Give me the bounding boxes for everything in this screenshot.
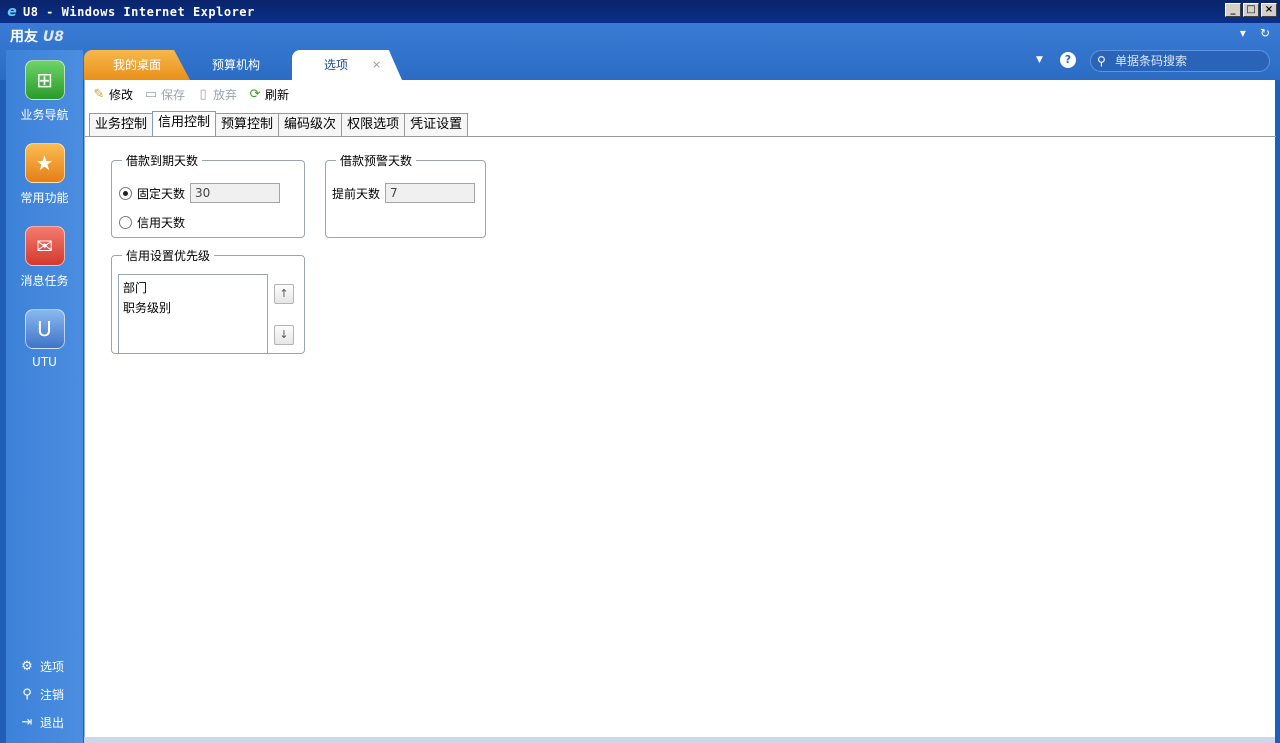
tab-budget-org[interactable]: 预算机构: [186, 50, 286, 80]
restore-icon[interactable]: ↻: [1260, 26, 1270, 40]
sidebar-item-label: UTU: [32, 355, 57, 369]
sidebar-item-utu[interactable]: U UTU: [6, 309, 83, 369]
subtab-permission-options[interactable]: 权限选项: [341, 113, 406, 137]
window-title: U8 - Windows Internet Explorer: [23, 4, 255, 19]
minimize-button[interactable]: _: [1225, 3, 1241, 17]
sidebar-exit-label: 退出: [40, 716, 65, 730]
move-down-button[interactable]: ↓: [274, 325, 294, 345]
discard-button[interactable]: ▯ 放弃: [195, 86, 237, 103]
subtab-credit-control[interactable]: 信用控制: [152, 111, 217, 137]
credit-days-radio[interactable]: [119, 216, 132, 229]
exit-icon: ⇥: [21, 715, 33, 730]
save-button[interactable]: ▭ 保存: [143, 86, 185, 103]
subtab-voucher-settings[interactable]: 凭证设置: [404, 113, 469, 137]
tab-options-label: 选项: [323, 58, 348, 72]
fixed-days-input[interactable]: 30: [190, 183, 281, 203]
search-icon: ⚲: [1097, 54, 1106, 68]
sidebar-options[interactable]: ⚙ 选项: [20, 658, 64, 675]
edit-label: 修改: [109, 88, 134, 102]
refresh-icon: ⟳: [249, 87, 261, 102]
close-window-button[interactable]: ×: [1261, 3, 1277, 17]
refresh-button[interactable]: ⟳ 刷新: [247, 86, 289, 103]
advance-days-input[interactable]: 7: [385, 183, 476, 203]
credit-priority-legend: 信用设置优先级: [126, 249, 211, 263]
loan-warning-legend: 借款预警天数: [340, 154, 413, 168]
brand-logo: 用友 U8: [10, 26, 64, 46]
loan-due-group: 借款到期天数 固定天数 30 信用天数: [111, 152, 305, 238]
left-sidebar: ⊞ 业务导航 ★ 常用功能 ✉ 消息任务 U UTU ⚙ 选项 ⚲ 注销 ⇥ 退…: [6, 50, 83, 743]
sidebar-item-label: 消息任务: [20, 274, 69, 288]
pencil-icon: ✎: [93, 87, 105, 102]
barcode-search[interactable]: ⚲: [1090, 50, 1270, 72]
credit-priority-group: 信用设置优先级 部门 职务级别 ↑ ↓: [111, 247, 305, 354]
subtab-divider: [85, 136, 1276, 137]
chevron-down-icon[interactable]: ▼: [1036, 55, 1043, 65]
help-icon[interactable]: ?: [1060, 52, 1076, 68]
app-header: 用友 U8 ▾ ↻ 我的桌面 预算机构 选项 × ▼ ? ⚲: [0, 23, 1280, 80]
fixed-days-radio[interactable]: [119, 186, 132, 200]
subtab-budget-control[interactable]: 预算控制: [215, 113, 280, 137]
list-item[interactable]: 职务级别: [123, 298, 263, 318]
window-titlebar: e U8 - Windows Internet Explorer _ □ ×: [0, 0, 1280, 23]
credit-days-row: 信用天数: [119, 214, 185, 231]
sidebar-item-common-functions[interactable]: ★ 常用功能: [6, 143, 83, 206]
maximize-button[interactable]: □: [1243, 3, 1259, 17]
refresh-label: 刷新: [265, 88, 290, 102]
main-panel: ✎ 修改 ▭ 保存 ▯ 放弃 ⟳ 刷新 业务控制 信用控制 预算控制 编码级次 …: [84, 80, 1276, 740]
sidebar-item-label: 常用功能: [20, 191, 69, 205]
brand-suffix: U8: [42, 29, 64, 45]
sidebar-item-label: 业务导航: [20, 108, 69, 122]
discard-label: 放弃: [213, 88, 238, 102]
search-input[interactable]: [1115, 54, 1265, 68]
loan-warning-group: 借款预警天数 提前天数 7: [325, 152, 486, 238]
header-icons: ▾ ↻: [1240, 26, 1270, 40]
mail-icon: ✉: [24, 226, 65, 266]
edit-button[interactable]: ✎ 修改: [91, 86, 133, 103]
move-up-button[interactable]: ↑: [274, 284, 294, 304]
list-item[interactable]: 部门: [123, 278, 263, 298]
save-label: 保存: [161, 88, 186, 102]
business-nav-icon: ⊞: [24, 60, 65, 100]
status-strip: [84, 737, 1275, 743]
key-icon: ⚲: [22, 687, 32, 702]
discard-icon: ▯: [199, 87, 207, 102]
fixed-days-row: 固定天数 30: [119, 183, 281, 203]
loan-due-legend: 借款到期天数: [126, 154, 199, 168]
sidebar-exit[interactable]: ⇥ 退出: [20, 714, 64, 731]
tab-my-desktop[interactable]: 我的桌面: [84, 50, 190, 80]
advance-days-row: 提前天数 7: [332, 183, 476, 203]
subtab-code-levels[interactable]: 编码级次: [278, 113, 343, 137]
utu-icon: U: [24, 309, 65, 349]
tab-options[interactable]: 选项 ×: [292, 50, 402, 80]
options-subtabs: 业务控制 信用控制 预算控制 编码级次 权限选项 凭证设置: [89, 111, 469, 137]
advance-days-label: 提前天数: [332, 186, 381, 201]
close-tab-icon[interactable]: ×: [372, 50, 381, 80]
ie-icon: e: [7, 3, 17, 20]
sidebar-item-business-nav[interactable]: ⊞ 业务导航: [6, 60, 83, 123]
gear-icon: ⚙: [21, 659, 33, 674]
credit-days-label: 信用天数: [137, 216, 186, 230]
toolbar: ✎ 修改 ▭ 保存 ▯ 放弃 ⟳ 刷新: [91, 86, 290, 103]
fixed-days-label: 固定天数: [137, 186, 186, 201]
subtab-business-control[interactable]: 业务控制: [89, 113, 154, 137]
sidebar-logout-label: 注销: [40, 688, 65, 702]
priority-listbox[interactable]: 部门 职务级别: [118, 274, 268, 354]
sidebar-logout[interactable]: ⚲ 注销: [20, 686, 64, 703]
window-controls: _ □ ×: [1225, 3, 1277, 17]
brand-prefix: 用友: [10, 29, 38, 45]
save-icon: ▭: [144, 87, 158, 102]
sidebar-options-label: 选项: [40, 660, 65, 674]
collapse-icon[interactable]: ▾: [1240, 26, 1246, 40]
star-icon: ★: [24, 143, 65, 183]
sidebar-item-messages[interactable]: ✉ 消息任务: [6, 226, 83, 289]
